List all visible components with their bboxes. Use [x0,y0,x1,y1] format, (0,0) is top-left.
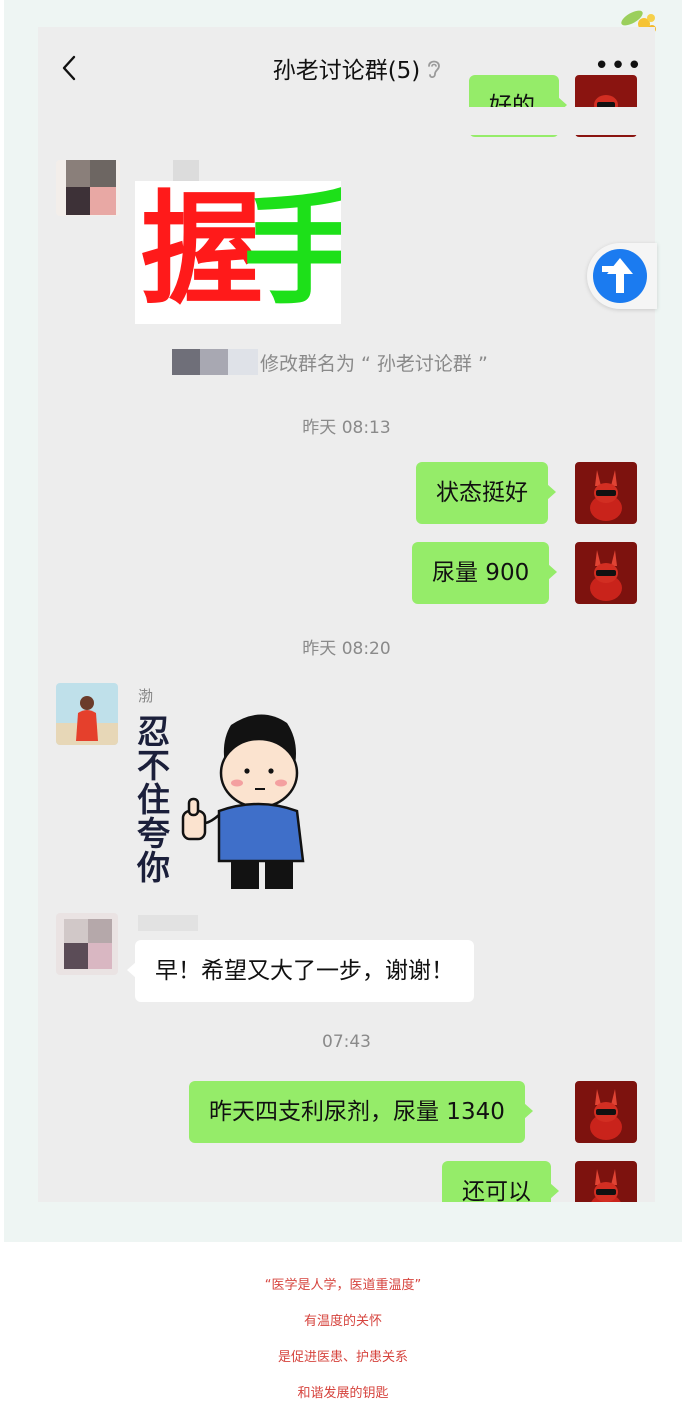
thumbs-up-cartoon-icon [181,714,305,889]
message-bubble-morning[interactable]: 早！希望又大了一步，谢谢！ [127,940,474,1002]
chat-title: 孙老讨论群(5) [272,58,421,84]
screenshot-frame: 孙老讨论群(5) ••• 好的 握 手 修改群名为 “ 孙老讨论群 ” 昨天 0… [4,0,682,1242]
timestamp: 昨天 08:13 [302,418,391,438]
chat-screen: 孙老讨论群(5) ••• 好的 握 手 修改群名为 “ 孙老讨论群 ” 昨天 0… [38,27,655,1202]
member-avatar-blurred[interactable] [56,160,120,216]
sticker-praise[interactable]: 忍不住夸你 [135,711,325,897]
timestamp: 07:43 [322,1032,371,1052]
message-text: 还可以 [462,1179,531,1202]
message-bubble-status[interactable]: 状态挺好 [416,462,556,524]
chat-header: 孙老讨论群(5) ••• [38,27,655,107]
footer-quote-line: 有温度的关怀 [303,1314,382,1329]
footer-quote-line: 和谐发展的钥匙 [297,1386,389,1401]
sticker-char-2: 手 [243,181,341,321]
footer-quote-line: 是促进医患、护患关系 [277,1350,408,1365]
self-avatar[interactable] [575,542,637,604]
message-text: 状态挺好 [436,480,528,506]
message-text: 尿量 900 [432,560,530,586]
self-avatar[interactable] [575,462,637,524]
message-text: 早！希望又大了一步，谢谢！ [155,958,454,984]
self-avatar[interactable] [575,1161,637,1202]
more-options-icon[interactable]: ••• [594,53,642,79]
earpiece-mode-icon [428,60,440,79]
message-text: 昨天四支利尿剂，尿量 1340 [209,1099,505,1125]
floating-nav-button[interactable] [587,243,657,309]
member-avatar-blurred[interactable] [56,913,118,975]
sticker-handshake[interactable]: 握 手 [135,181,341,324]
system-notice-rename: 修改群名为 “ 孙老讨论群 ” [260,353,488,375]
member-avatar-bo[interactable] [56,683,118,745]
message-bubble-diuretic[interactable]: 昨天四支利尿剂，尿量 1340 [189,1081,533,1143]
timestamp: 昨天 08:20 [302,639,391,659]
navigation-arrow-icon [593,249,647,303]
header-cover [38,107,655,135]
message-bubble-ok[interactable]: 还可以 [442,1161,559,1202]
sticker-praise-text: 忍不住夸你 [137,712,170,887]
blurred-nickname [138,915,198,931]
self-avatar[interactable] [575,1081,637,1143]
member-nickname: 渤 [138,687,154,705]
footer-quote-line: “医学是人学，医道重温度” [264,1278,422,1293]
blurred-member-name [172,349,260,375]
message-bubble-urine-900[interactable]: 尿量 900 [412,542,558,604]
